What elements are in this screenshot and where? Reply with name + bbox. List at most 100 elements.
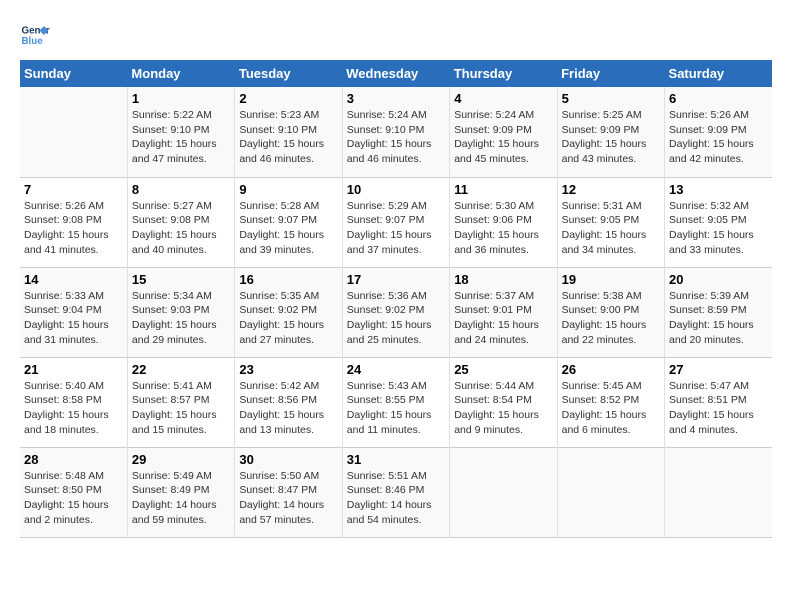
week-row-1: 1 Sunrise: 5:22 AM Sunset: 9:10 PM Daylig… — [20, 87, 772, 177]
day-info: Sunrise: 5:37 AM Sunset: 9:01 PM Dayligh… — [454, 289, 552, 348]
day-info: Sunrise: 5:39 AM Sunset: 8:59 PM Dayligh… — [669, 289, 768, 348]
day-info: Sunrise: 5:34 AM Sunset: 9:03 PM Dayligh… — [132, 289, 230, 348]
cell-w1-d1 — [20, 87, 127, 177]
header-saturday: Saturday — [665, 60, 772, 87]
day-number: 27 — [669, 362, 768, 377]
header-monday: Monday — [127, 60, 234, 87]
cell-w1-d6: 5 Sunrise: 5:25 AM Sunset: 9:09 PM Daylig… — [557, 87, 664, 177]
day-number: 6 — [669, 91, 768, 106]
cell-w1-d7: 6 Sunrise: 5:26 AM Sunset: 9:09 PM Daylig… — [665, 87, 772, 177]
logo-icon: General Blue — [20, 20, 50, 50]
day-number: 9 — [239, 182, 337, 197]
day-info: Sunrise: 5:31 AM Sunset: 9:05 PM Dayligh… — [562, 199, 660, 258]
cell-w5-d7 — [665, 447, 772, 537]
day-number: 8 — [132, 182, 230, 197]
day-number: 19 — [562, 272, 660, 287]
header-thursday: Thursday — [450, 60, 557, 87]
day-info: Sunrise: 5:43 AM Sunset: 8:55 PM Dayligh… — [347, 379, 445, 438]
day-info: Sunrise: 5:24 AM Sunset: 9:09 PM Dayligh… — [454, 108, 552, 167]
day-number: 12 — [562, 182, 660, 197]
day-number: 25 — [454, 362, 552, 377]
cell-w2-d7: 13 Sunrise: 5:32 AM Sunset: 9:05 PM Dayli… — [665, 177, 772, 267]
day-info: Sunrise: 5:28 AM Sunset: 9:07 PM Dayligh… — [239, 199, 337, 258]
day-number: 1 — [132, 91, 230, 106]
cell-w1-d5: 4 Sunrise: 5:24 AM Sunset: 9:09 PM Daylig… — [450, 87, 557, 177]
day-info: Sunrise: 5:42 AM Sunset: 8:56 PM Dayligh… — [239, 379, 337, 438]
cell-w2-d4: 10Sunrise: 5:29 AM Sunset: 9:07 PM Dayli… — [342, 177, 449, 267]
cell-w2-d6: 12 Sunrise: 5:31 AM Sunset: 9:05 PM Dayli… — [557, 177, 664, 267]
day-info: Sunrise: 5:50 AM Sunset: 8:47 PM Dayligh… — [239, 469, 337, 528]
cell-w5-d5 — [450, 447, 557, 537]
day-number: 18 — [454, 272, 552, 287]
day-info: Sunrise: 5:45 AM Sunset: 8:52 PM Dayligh… — [562, 379, 660, 438]
day-number: 24 — [347, 362, 445, 377]
cell-w4-d6: 26 Sunrise: 5:45 AM Sunset: 8:52 PM Dayli… — [557, 357, 664, 447]
cell-w1-d3: 2 Sunrise: 5:23 AM Sunset: 9:10 PM Daylig… — [235, 87, 342, 177]
day-number: 7 — [24, 182, 123, 197]
day-info: Sunrise: 5:49 AM Sunset: 8:49 PM Dayligh… — [132, 469, 230, 528]
cell-w3-d1: 14 Sunrise: 5:33 AM Sunset: 9:04 PM Dayli… — [20, 267, 127, 357]
header-friday: Friday — [557, 60, 664, 87]
day-info: Sunrise: 5:36 AM Sunset: 9:02 PM Dayligh… — [347, 289, 445, 348]
cell-w1-d2: 1 Sunrise: 5:22 AM Sunset: 9:10 PM Daylig… — [127, 87, 234, 177]
cell-w3-d2: 15 Sunrise: 5:34 AM Sunset: 9:03 PM Dayli… — [127, 267, 234, 357]
day-info: Sunrise: 5:48 AM Sunset: 8:50 PM Dayligh… — [24, 469, 123, 528]
header-sunday: Sunday — [20, 60, 127, 87]
day-number: 15 — [132, 272, 230, 287]
week-row-3: 14 Sunrise: 5:33 AM Sunset: 9:04 PM Dayli… — [20, 267, 772, 357]
day-number: 13 — [669, 182, 768, 197]
day-info: Sunrise: 5:41 AM Sunset: 8:57 PM Dayligh… — [132, 379, 230, 438]
day-info: Sunrise: 5:40 AM Sunset: 8:58 PM Dayligh… — [24, 379, 123, 438]
day-number: 26 — [562, 362, 660, 377]
cell-w3-d4: 17 Sunrise: 5:36 AM Sunset: 9:02 PM Dayli… — [342, 267, 449, 357]
day-info: Sunrise: 5:35 AM Sunset: 9:02 PM Dayligh… — [239, 289, 337, 348]
week-row-5: 28Sunrise: 5:48 AM Sunset: 8:50 PM Dayli… — [20, 447, 772, 537]
day-info: Sunrise: 5:30 AM Sunset: 9:06 PM Dayligh… — [454, 199, 552, 258]
cell-w5-d3: 30 Sunrise: 5:50 AM Sunset: 8:47 PM Dayli… — [235, 447, 342, 537]
cell-w2-d1: 7Sunrise: 5:26 AM Sunset: 9:08 PM Daylig… — [20, 177, 127, 267]
day-info: Sunrise: 5:23 AM Sunset: 9:10 PM Dayligh… — [239, 108, 337, 167]
day-number: 21 — [24, 362, 123, 377]
day-info: Sunrise: 5:44 AM Sunset: 8:54 PM Dayligh… — [454, 379, 552, 438]
cell-w2-d5: 11Sunrise: 5:30 AM Sunset: 9:06 PM Dayli… — [450, 177, 557, 267]
cell-w4-d3: 23 Sunrise: 5:42 AM Sunset: 8:56 PM Dayli… — [235, 357, 342, 447]
day-number: 30 — [239, 452, 337, 467]
day-info: Sunrise: 5:32 AM Sunset: 9:05 PM Dayligh… — [669, 199, 768, 258]
cell-w2-d2: 8Sunrise: 5:27 AM Sunset: 9:08 PM Daylig… — [127, 177, 234, 267]
day-info: Sunrise: 5:33 AM Sunset: 9:04 PM Dayligh… — [24, 289, 123, 348]
day-number: 20 — [669, 272, 768, 287]
day-number: 17 — [347, 272, 445, 287]
day-number: 10 — [347, 182, 445, 197]
week-row-2: 7Sunrise: 5:26 AM Sunset: 9:08 PM Daylig… — [20, 177, 772, 267]
day-number: 4 — [454, 91, 552, 106]
week-row-4: 21 Sunrise: 5:40 AM Sunset: 8:58 PM Dayli… — [20, 357, 772, 447]
day-number: 5 — [562, 91, 660, 106]
calendar-table: SundayMondayTuesdayWednesdayThursdayFrid… — [20, 60, 772, 538]
day-info: Sunrise: 5:25 AM Sunset: 9:09 PM Dayligh… — [562, 108, 660, 167]
day-number: 14 — [24, 272, 123, 287]
header-tuesday: Tuesday — [235, 60, 342, 87]
cell-w1-d4: 3Sunrise: 5:24 AM Sunset: 9:10 PM Daylig… — [342, 87, 449, 177]
cell-w3-d3: 16 Sunrise: 5:35 AM Sunset: 9:02 PM Dayli… — [235, 267, 342, 357]
header-wednesday: Wednesday — [342, 60, 449, 87]
day-info: Sunrise: 5:26 AM Sunset: 9:09 PM Dayligh… — [669, 108, 768, 167]
cell-w2-d3: 9 Sunrise: 5:28 AM Sunset: 9:07 PM Daylig… — [235, 177, 342, 267]
day-number: 2 — [239, 91, 337, 106]
cell-w4-d5: 25 Sunrise: 5:44 AM Sunset: 8:54 PM Dayli… — [450, 357, 557, 447]
day-info: Sunrise: 5:22 AM Sunset: 9:10 PM Dayligh… — [132, 108, 230, 167]
day-number: 31 — [347, 452, 445, 467]
cell-w4-d4: 24 Sunrise: 5:43 AM Sunset: 8:55 PM Dayli… — [342, 357, 449, 447]
day-number: 23 — [239, 362, 337, 377]
day-info: Sunrise: 5:51 AM Sunset: 8:46 PM Dayligh… — [347, 469, 445, 528]
day-info: Sunrise: 5:38 AM Sunset: 9:00 PM Dayligh… — [562, 289, 660, 348]
cell-w5-d2: 29 Sunrise: 5:49 AM Sunset: 8:49 PM Dayli… — [127, 447, 234, 537]
day-number: 16 — [239, 272, 337, 287]
cell-w3-d6: 19 Sunrise: 5:38 AM Sunset: 9:00 PM Dayli… — [557, 267, 664, 357]
page-header: General Blue — [20, 20, 772, 50]
logo: General Blue — [20, 20, 54, 50]
cell-w3-d5: 18 Sunrise: 5:37 AM Sunset: 9:01 PM Dayli… — [450, 267, 557, 357]
day-number: 29 — [132, 452, 230, 467]
day-info: Sunrise: 5:24 AM Sunset: 9:10 PM Dayligh… — [347, 108, 445, 167]
day-number: 22 — [132, 362, 230, 377]
cell-w4-d7: 27Sunrise: 5:47 AM Sunset: 8:51 PM Dayli… — [665, 357, 772, 447]
